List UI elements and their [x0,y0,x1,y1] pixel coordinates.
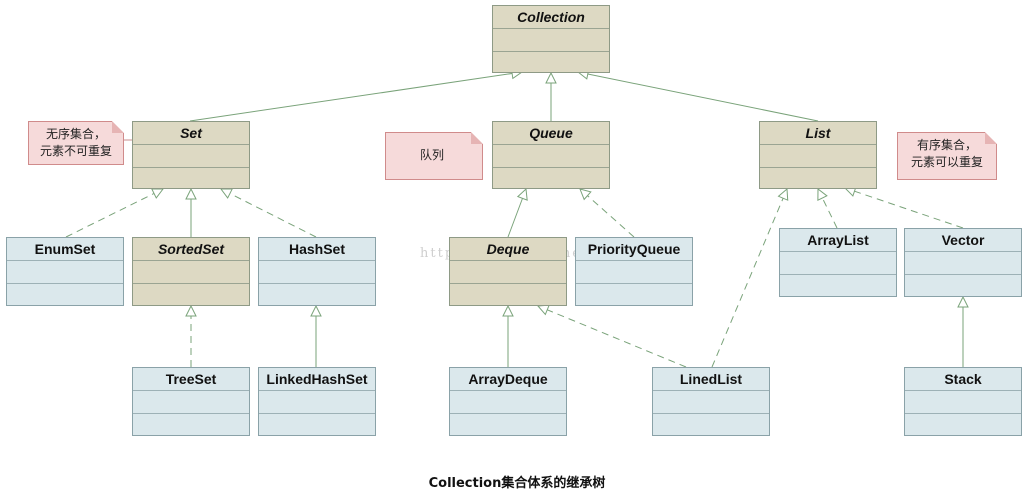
attributes-section [653,391,769,414]
class-hashset[interactable]: HashSet [258,237,376,306]
class-stack[interactable]: Stack [904,367,1022,436]
note-fold [985,132,997,144]
note-queue: 队列 [385,132,483,180]
class-name: List [760,122,876,145]
class-linedlist[interactable]: LinedList [652,367,770,436]
class-arraydeque[interactable]: ArrayDeque [449,367,567,436]
attributes-section [133,391,249,414]
class-name: Vector [905,229,1021,252]
methods-section [450,414,566,436]
class-arraylist[interactable]: ArrayList [779,228,897,297]
edge-set-collection [189,72,522,122]
class-linkedhashset[interactable]: LinkedHashSet [258,367,376,436]
edge-priorityqueue-queue [580,189,635,238]
methods-section [653,414,769,436]
class-name: Stack [905,368,1021,391]
class-name: TreeSet [133,368,249,391]
edge-enumset-set [65,189,163,238]
attributes-section [576,261,692,284]
attributes-section [493,29,609,52]
methods-section [133,284,249,306]
methods-section [493,168,609,190]
methods-section [259,284,375,306]
edge-linedlist-list [711,189,787,368]
note-text: 无序集合， 元素不可重复 [39,127,112,158]
class-queue[interactable]: Queue [492,121,610,189]
methods-section [133,414,249,436]
class-sortedset[interactable]: SortedSet [132,237,250,306]
class-name: ArrayDeque [450,368,566,391]
attributes-section [133,145,249,168]
class-name: Set [133,122,249,145]
methods-section [576,284,692,306]
edge-hashset-set [221,189,317,238]
class-enumset[interactable]: EnumSet [6,237,124,306]
attributes-section [450,391,566,414]
attributes-section [780,252,896,275]
note-fold [112,121,124,133]
methods-section [133,168,249,190]
attributes-section [133,261,249,284]
class-name: PriorityQueue [576,238,692,261]
attributes-section [493,145,609,168]
inheritance-diagram: http://blog.csdn.net/ Collection Set Que… [0,0,1034,493]
methods-section [760,168,876,190]
attributes-section [905,391,1021,414]
attributes-section [905,252,1021,275]
note-text: 队列 [420,148,445,162]
edge-vector-list [845,188,964,229]
class-name: SortedSet [133,238,249,261]
class-vector[interactable]: Vector [904,228,1022,297]
class-set[interactable]: Set [132,121,250,189]
note-list: 有序集合， 元素可以重复 [897,132,997,180]
class-name: Queue [493,122,609,145]
edge-deque-queue [507,189,526,238]
diagram-caption: Collection集合体系的继承树 [428,476,606,491]
edge-list-collection [578,72,819,122]
methods-section [259,414,375,436]
class-list[interactable]: List [759,121,877,189]
note-set: 无序集合， 元素不可重复 [28,121,124,165]
class-deque[interactable]: Deque [449,237,567,306]
methods-section [493,52,609,74]
class-name: Deque [450,238,566,261]
methods-section [7,284,123,306]
note-text: 有序集合， 元素可以重复 [910,138,983,169]
attributes-section [760,145,876,168]
attributes-section [450,261,566,284]
note-fold [471,132,483,144]
edge-arraylist-list [818,189,838,229]
class-name: LinedList [653,368,769,391]
methods-section [780,275,896,297]
methods-section [450,284,566,306]
attributes-section [259,391,375,414]
class-name: Collection [493,6,609,29]
class-collection[interactable]: Collection [492,5,610,73]
class-treeset[interactable]: TreeSet [132,367,250,436]
methods-section [905,275,1021,297]
class-name: HashSet [259,238,375,261]
attributes-section [259,261,375,284]
attributes-section [7,261,123,284]
methods-section [905,414,1021,436]
class-name: EnumSet [7,238,123,261]
class-name: LinkedHashSet [259,368,375,391]
class-priorityqueue[interactable]: PriorityQueue [575,237,693,306]
class-name: ArrayList [780,229,896,252]
edge-linedlist-deque [538,306,687,368]
